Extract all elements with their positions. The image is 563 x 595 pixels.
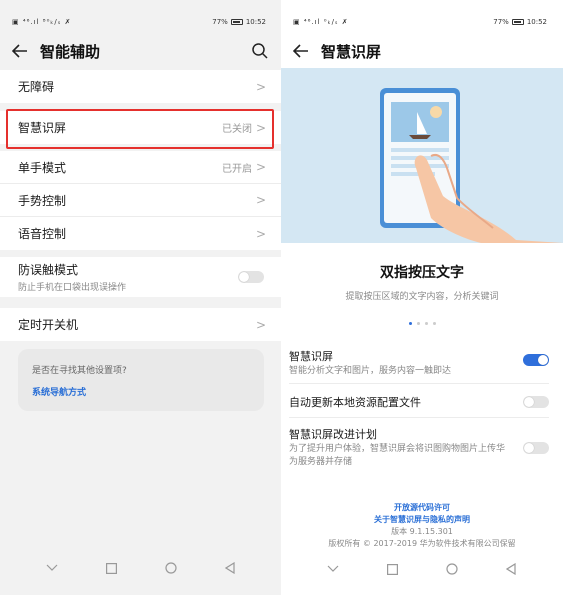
suggestion-card: 是否在寻找其他设置项? 系统导航方式 xyxy=(18,349,264,411)
chevron-right-icon: > xyxy=(255,160,266,174)
settings-item-anti-touch[interactable]: 防误触模式 防止手机在口袋出现误操作 xyxy=(0,257,282,297)
anti-touch-toggle[interactable] xyxy=(238,271,264,283)
clock: 10:52 xyxy=(526,18,547,26)
status-value: 已开启 xyxy=(222,163,252,175)
back-button[interactable] xyxy=(281,34,321,68)
clock: 10:52 xyxy=(245,18,266,26)
nav-home-button[interactable] xyxy=(103,560,119,576)
setting-smart-screen[interactable]: 智慧识屏 智能分析文字和图片，服务内容一触即达 xyxy=(289,348,549,384)
settings-group: 防误触模式 防止手机在口袋出现误操作 xyxy=(0,257,282,297)
nav-circle-button[interactable] xyxy=(444,561,460,577)
improvement-plan-toggle[interactable] xyxy=(523,442,549,454)
back-button[interactable] xyxy=(0,34,40,68)
triangle-back-icon xyxy=(225,562,235,574)
arrow-left-icon xyxy=(293,44,308,58)
settings-group: 单手模式 已开启 > 手势控制 > 语音控制 > xyxy=(0,151,282,250)
settings-group: 无障碍 > xyxy=(0,70,282,103)
arrow-left-icon xyxy=(12,44,27,58)
page-dot[interactable] xyxy=(432,322,436,325)
battery-icon xyxy=(511,19,524,25)
nav-circle-button[interactable] xyxy=(163,560,179,576)
search-button[interactable] xyxy=(250,41,270,61)
privacy-link[interactable]: 关于智慧识屏与隐私的声明 xyxy=(281,514,563,526)
chevron-right-icon: > xyxy=(255,226,266,241)
settings-item-schedule-power[interactable]: 定时开关机 > xyxy=(0,308,282,341)
chevron-down-icon xyxy=(46,564,58,571)
setting-auto-update[interactable]: 自动更新本地资源配置文件 xyxy=(289,386,549,418)
status-bar: ▣ ⁴⁶.ıl ⁸⁰ₖ/ₛ ✗ 77% 10:52 xyxy=(0,0,282,34)
title-bar: 智慧识屏 xyxy=(281,34,563,68)
setting-improvement-plan[interactable]: 智慧识屏改进计划 为了提升用户体验，智慧识屏会将识图购物图片上传华为服务器并存储 xyxy=(289,426,549,474)
page-title: 智能辅助 xyxy=(40,42,101,61)
square-icon xyxy=(105,562,117,574)
chevron-right-icon: > xyxy=(255,79,266,94)
nav-down-button[interactable] xyxy=(325,561,341,577)
smart-screen-toggle[interactable] xyxy=(523,354,549,366)
footer: 开放源代码许可 关于智慧识屏与隐私的声明 版本 9.1.15.301 版权所有 … xyxy=(281,502,563,550)
feature-subtitle: 提取按压区域的文字内容，分析关键词 xyxy=(345,292,499,302)
circle-icon xyxy=(446,563,458,575)
square-icon xyxy=(386,563,398,575)
version-text: 版本 9.1.15.301 xyxy=(391,527,453,536)
chevron-down-icon xyxy=(327,565,339,572)
title-bar: 智能辅助 xyxy=(0,34,282,68)
suggestion-question: 是否在寻找其他设置项? xyxy=(32,366,127,376)
auto-update-toggle[interactable] xyxy=(523,396,549,408)
search-icon xyxy=(252,43,268,59)
press-text-illustration xyxy=(380,88,563,243)
copyright-text: 版权所有 © 2017-2019 华为软件技术有限公司保留 xyxy=(328,539,516,548)
nav-back-button[interactable] xyxy=(222,560,238,576)
page-dot[interactable] xyxy=(408,322,412,325)
chevron-right-icon: > xyxy=(255,317,266,332)
status-icons: ▣ ⁴⁶.ıl ⁰ₖ/ₛ ✗ xyxy=(293,18,349,26)
page-dot[interactable] xyxy=(424,322,428,325)
suggestion-link[interactable]: 系统导航方式 xyxy=(32,385,250,398)
settings-group: 定时开关机 > xyxy=(0,308,282,341)
battery-icon xyxy=(230,19,243,25)
battery-percent: 77% xyxy=(212,18,228,26)
settings-screen-smart-screen: ▣ ⁴⁶.ıl ⁰ₖ/ₛ ✗ 77% 10:52 智慧识屏 双指按压文字 提取按… xyxy=(281,0,563,595)
nav-bar xyxy=(281,557,563,581)
settings-item-one-hand[interactable]: 单手模式 已开启 > xyxy=(0,151,282,184)
settings-screen-smart-assist: ▣ ⁴⁶.ıl ⁸⁰ₖ/ₛ ✗ 77% 10:52 智能辅助 无障碍 > 智慧识… xyxy=(0,0,282,595)
hero-illustration xyxy=(281,68,563,243)
settings-item-accessibility[interactable]: 无障碍 > xyxy=(0,70,282,103)
chevron-right-icon: > xyxy=(255,193,266,207)
highlight-annotation xyxy=(6,109,274,149)
status-bar: ▣ ⁴⁶.ıl ⁰ₖ/ₛ ✗ 77% 10:52 xyxy=(281,0,563,34)
nav-bar xyxy=(0,556,282,580)
status-icons: ▣ ⁴⁶.ıl ⁸⁰ₖ/ₛ ✗ xyxy=(12,18,72,26)
feature-title: 双指按压文字 xyxy=(380,265,464,281)
open-source-link[interactable]: 开放源代码许可 xyxy=(281,502,563,514)
nav-home-button[interactable] xyxy=(384,561,400,577)
nav-back-button[interactable] xyxy=(503,561,519,577)
triangle-back-icon xyxy=(506,563,516,575)
battery-percent: 77% xyxy=(493,18,509,26)
settings-item-gesture[interactable]: 手势控制 > xyxy=(0,184,282,217)
circle-icon xyxy=(165,562,177,574)
page-title: 智慧识屏 xyxy=(321,42,382,61)
settings-item-voice[interactable]: 语音控制 > xyxy=(0,217,282,250)
nav-down-button[interactable] xyxy=(44,560,60,576)
page-indicator xyxy=(281,322,563,325)
page-dot[interactable] xyxy=(416,322,420,325)
